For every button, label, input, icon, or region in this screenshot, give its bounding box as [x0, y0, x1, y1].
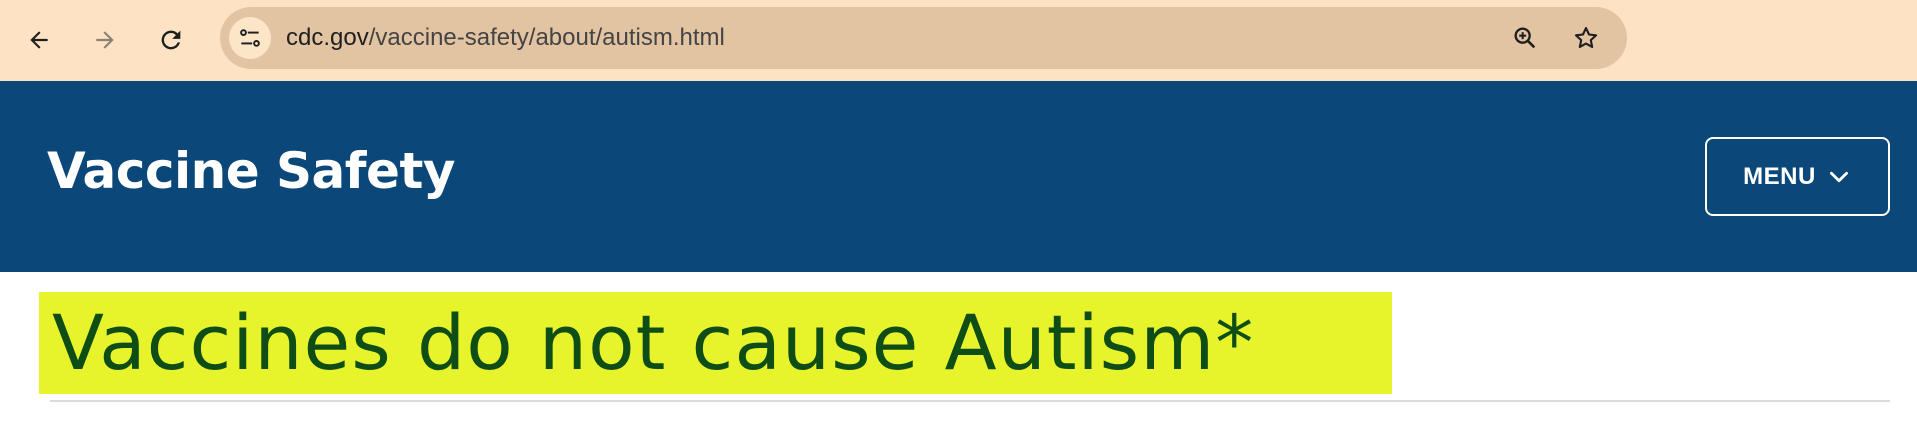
bookmark-star-icon [1574, 27, 1598, 49]
menu-button[interactable]: MENU [1705, 137, 1890, 216]
url-path: /vaccine-safety/about/autism.html [368, 24, 725, 51]
site-title[interactable]: Vaccine Safety [47, 141, 455, 201]
forward-arrow-icon [96, 31, 114, 49]
url-domain: cdc.gov [286, 24, 369, 51]
chevron-down-icon [1829, 171, 1848, 182]
site-info-icon [240, 29, 260, 47]
reload-icon [161, 30, 181, 50]
url-text[interactable]: cdc.gov/vaccine-safety/about/autism.html [286, 7, 725, 69]
reload-button[interactable] [151, 20, 191, 60]
menu-label: MENU [1743, 162, 1816, 190]
browser-toolbar: cdc.gov/vaccine-safety/about/autism.html [0, 0, 1917, 81]
back-arrow-icon [30, 31, 48, 49]
site-info-button[interactable] [229, 17, 271, 59]
forward-button[interactable] [85, 20, 125, 60]
zoom-button[interactable] [1509, 22, 1541, 54]
title-divider [50, 400, 1890, 402]
page-title-highlight: Vaccines do not cause Autism* [39, 292, 1392, 394]
bookmark-button[interactable] [1570, 22, 1602, 54]
address-bar[interactable]: cdc.gov/vaccine-safety/about/autism.html [220, 7, 1627, 69]
zoom-icon [1514, 27, 1536, 49]
site-header: Vaccine Safety MENU [0, 81, 1917, 272]
back-button[interactable] [19, 20, 59, 60]
page-title: Vaccines do not cause Autism* [52, 298, 1255, 387]
